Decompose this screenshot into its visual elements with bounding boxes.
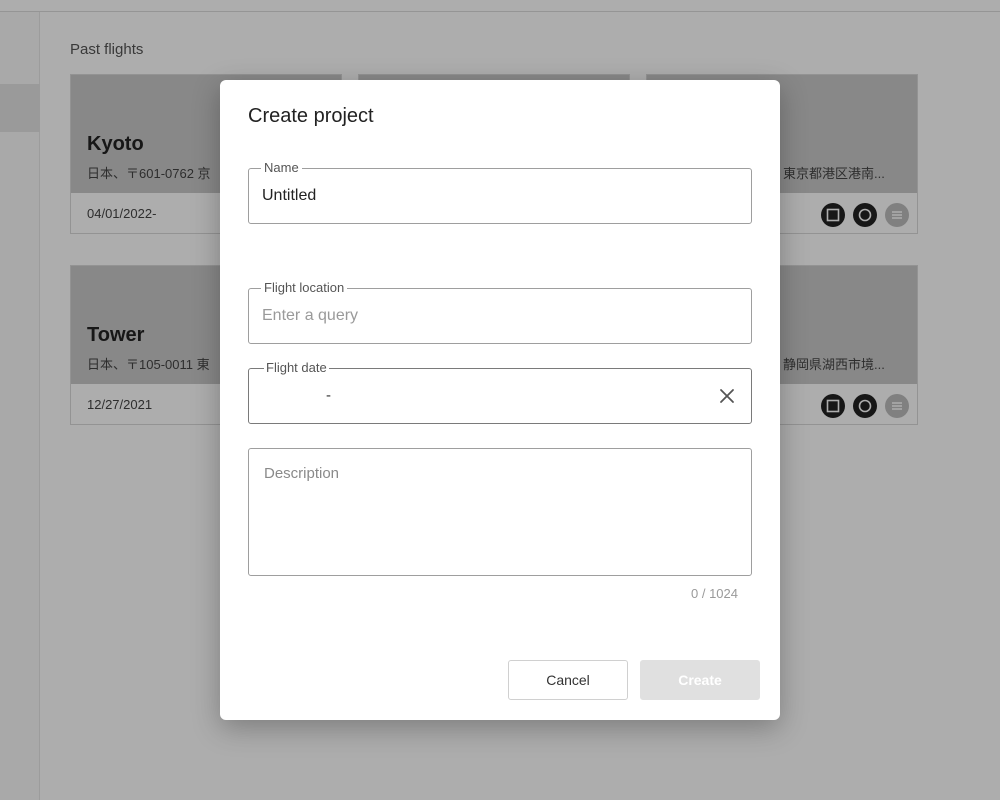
dialog-title: Create project — [248, 105, 374, 127]
cancel-button[interactable]: Cancel — [508, 660, 628, 700]
flight-date-label: Flight date — [264, 360, 329, 376]
description-field — [248, 448, 752, 576]
flight-date-field[interactable]: Flight date - — [248, 360, 752, 424]
close-icon[interactable] — [717, 386, 737, 406]
flight-location-field: Flight location — [248, 280, 752, 344]
date-range-separator: - — [326, 387, 331, 404]
name-field: Name — [248, 160, 752, 224]
name-input[interactable] — [262, 169, 732, 223]
description-input[interactable] — [264, 465, 739, 565]
description-char-counter: 0 / 1024 — [691, 586, 738, 601]
flight-location-input[interactable] — [262, 289, 732, 343]
create-project-dialog: Create project Name Flight location Flig… — [220, 80, 780, 720]
create-button[interactable]: Create — [640, 660, 760, 700]
